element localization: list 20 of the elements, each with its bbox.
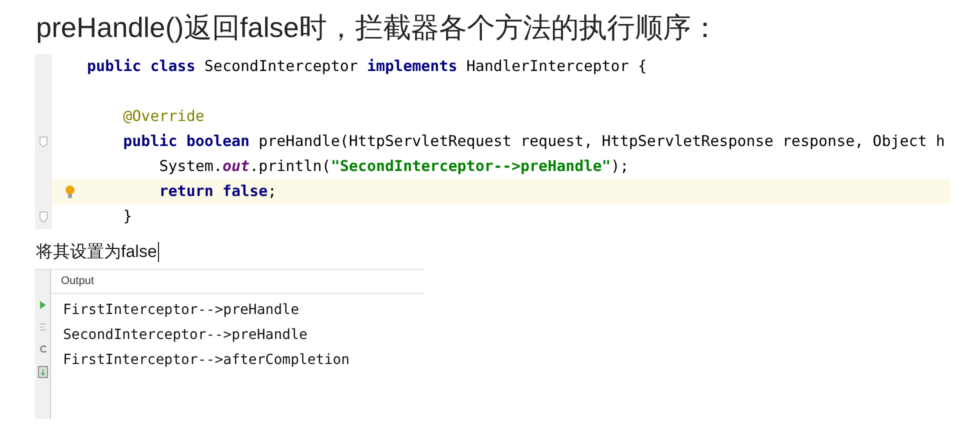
code-line: }: [122, 206, 132, 227]
lightbulb-icon[interactable]: [64, 184, 74, 198]
refresh-icon[interactable]: [38, 344, 46, 354]
code-line: public boolean preHandle(HttpServletRequest request, HttpServletResponse response, Object h: [122, 131, 945, 152]
output-line: FirstInterceptor-->afterCompletion: [63, 351, 350, 370]
output-title[interactable]: Output: [61, 273, 94, 290]
code-line: System.out.println("SecondInterceptor-->preHandle");: [158, 156, 629, 177]
article-heading: preHandle()返回false时，拦截器各个方法的执行顺序：: [35, 11, 720, 45]
text-cursor: [158, 242, 159, 262]
wrap-icon[interactable]: [38, 322, 46, 332]
fold-icon[interactable]: [39, 136, 48, 148]
output-line: FirstInterceptor-->preHandle: [63, 301, 300, 320]
download-icon[interactable]: [38, 366, 48, 378]
code-line: @Override: [122, 106, 204, 127]
rerun-icon[interactable]: [38, 300, 46, 310]
code-line: return false;: [158, 181, 277, 202]
fold-icon[interactable]: [39, 210, 48, 222]
output-line: SecondInterceptor-->preHandle: [63, 326, 308, 345]
caption-text: 将其设置为false: [36, 241, 157, 264]
code-line: public class SecondInterceptor implements HandlerInterceptor {: [87, 56, 647, 77]
